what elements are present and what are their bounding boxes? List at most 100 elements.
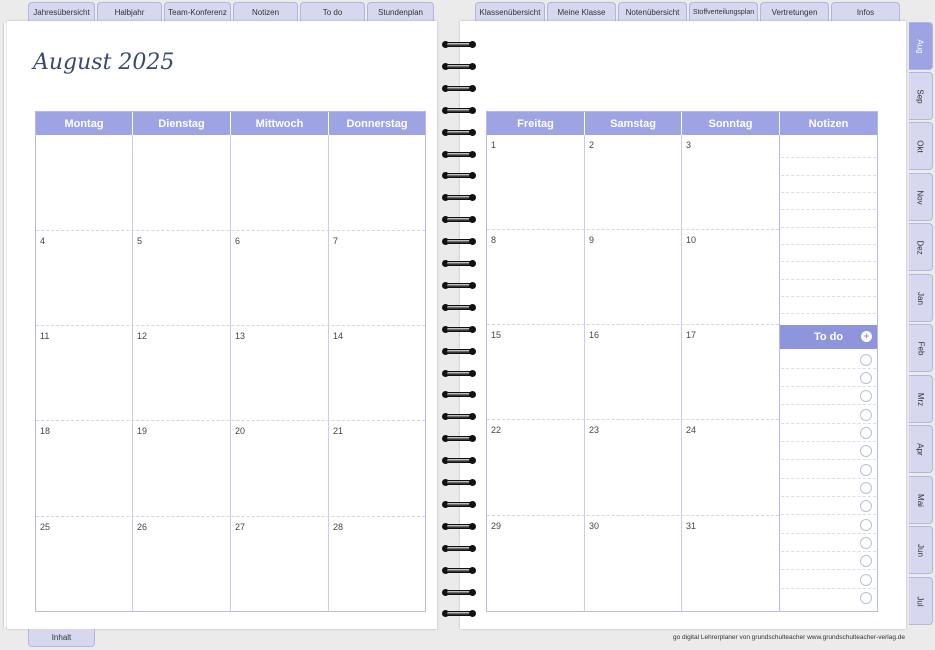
date-cell[interactable]: 22 [491,425,501,435]
spiral-ring [442,259,476,268]
spiral-ring [442,62,476,71]
spiral-ring [442,150,476,159]
tab-inhalt[interactable]: Inhalt [28,629,95,647]
month-tab-mrz[interactable]: Mrz [909,375,933,423]
date-cell[interactable]: 27 [235,522,245,532]
todo-checkbox[interactable] [860,354,872,366]
spiral-ring [442,434,476,443]
date-cell[interactable]: 16 [589,330,599,340]
date-cell[interactable]: 3 [686,140,691,150]
date-cell[interactable]: 5 [137,236,142,246]
date-cell[interactable]: 12 [137,331,147,341]
todo-checkbox[interactable] [860,372,872,384]
todo-label: To do [813,331,844,343]
todo-checkbox[interactable] [860,519,872,531]
tab-halbjahr[interactable]: Halbjahr [97,2,162,21]
todo-checkbox[interactable] [860,390,872,402]
todo-checkbox[interactable] [860,464,872,476]
tab-infos[interactable]: Infos [831,2,900,21]
notes-column[interactable]: To do + [780,135,877,611]
day-header-donnerstag: Donnerstag [329,112,425,135]
date-cell[interactable]: 20 [235,426,245,436]
month-tab-okt[interactable]: Okt [909,122,933,170]
date-cell[interactable]: 15 [491,330,501,340]
month-tab-aug[interactable]: Aug [909,22,933,70]
date-cell[interactable]: 11 [40,331,49,341]
spiral-ring [442,325,476,334]
tab-to-do[interactable]: To do [300,2,365,21]
date-cell[interactable]: 17 [686,330,696,340]
date-cell[interactable]: 8 [491,235,496,245]
day-header-sonntag: Sonntag [682,112,780,135]
day-header-freitag: Freitag [487,112,585,135]
tab-stundenplan[interactable]: Stundenplan [367,2,434,21]
date-cell[interactable]: 7 [333,236,338,246]
date-cell[interactable]: 29 [491,521,501,531]
footer-credit: go digital Lehrerplaner von grundschulte… [673,634,905,641]
date-cell[interactable]: 13 [235,331,245,341]
tab-stoffverteilungsplan[interactable]: Stoffverteilungsplan [689,2,758,21]
tab-notizen[interactable]: Notizen [233,2,298,21]
date-cell[interactable]: 1 [491,140,496,150]
date-cell[interactable]: 19 [137,426,147,436]
todo-checkbox[interactable] [860,445,872,457]
month-tab-mai[interactable]: Mai [909,476,933,524]
spiral-ring [442,281,476,290]
month-tab-sep[interactable]: Sep [909,72,933,120]
date-cell[interactable]: 4 [40,236,45,246]
date-cell[interactable]: 18 [40,426,50,436]
tab-notenuebersicht[interactable]: Notenübersicht [618,2,687,21]
date-cell[interactable]: 30 [589,521,599,531]
todo-checkbox[interactable] [860,427,872,439]
month-tab-dez[interactable]: Dez [909,223,933,271]
date-cell[interactable]: 14 [333,331,343,341]
date-cell[interactable]: 21 [333,426,343,436]
date-cell[interactable]: 24 [686,425,696,435]
date-cell[interactable]: 2 [589,140,594,150]
tab-vertretungen[interactable]: Vertretungen [760,2,829,21]
notes-header: Notizen [780,112,877,135]
spiral-ring [442,215,476,224]
date-cell[interactable]: 26 [137,522,147,532]
spiral-ring [442,609,476,618]
todo-checkbox[interactable] [860,574,872,586]
spiral-ring [442,390,476,399]
todo-checkbox[interactable] [860,409,872,421]
month-tab-feb[interactable]: Feb [909,324,933,372]
month-tab-jun[interactable]: Jun [909,526,933,574]
month-tab-jan[interactable]: Jan [909,274,933,322]
todo-checkbox[interactable] [860,500,872,512]
spiral-ring [442,106,476,115]
date-cell[interactable]: 10 [686,235,696,245]
calendar-right: Freitag Samstag Sonntag Notizen 1 2 3 8 … [486,111,878,612]
spiral-ring [442,128,476,137]
todo-checkbox[interactable] [860,537,872,549]
todo-checkbox[interactable] [860,592,872,604]
add-todo-icon[interactable]: + [861,331,872,342]
spiral-ring [442,369,476,378]
tab-klassenuebersicht[interactable]: Klassenübersicht [475,2,545,21]
month-tab-apr[interactable]: Apr [909,425,933,473]
month-tab-jul[interactable]: Jul [909,577,933,625]
date-cell[interactable]: 23 [589,425,599,435]
tab-team-konferenz[interactable]: Team-Konferenz [164,2,231,21]
tab-jahresuebersicht[interactable]: Jahresübersicht [28,2,95,21]
spiral-ring [442,84,476,93]
spiral-ring [442,544,476,553]
spiral-ring [442,456,476,465]
todo-header: To do + [780,325,877,349]
day-header-dienstag: Dienstag [133,112,231,135]
date-cell[interactable]: 31 [686,521,696,531]
spiral-ring [442,303,476,312]
date-cell[interactable]: 6 [235,236,240,246]
spiral-ring [442,500,476,509]
date-cell[interactable]: 25 [40,522,50,532]
tab-meine-klasse[interactable]: Meine Klasse [547,2,616,21]
date-cell[interactable]: 28 [333,522,343,532]
date-cell[interactable]: 9 [589,235,594,245]
calendar-left: Montag Dienstag Mittwoch Donnerstag 4 5 … [35,111,426,612]
todo-checkbox[interactable] [860,555,872,567]
spiral-ring [442,478,476,487]
month-tab-nov[interactable]: Nov [909,173,933,221]
todo-checkbox[interactable] [860,482,872,494]
